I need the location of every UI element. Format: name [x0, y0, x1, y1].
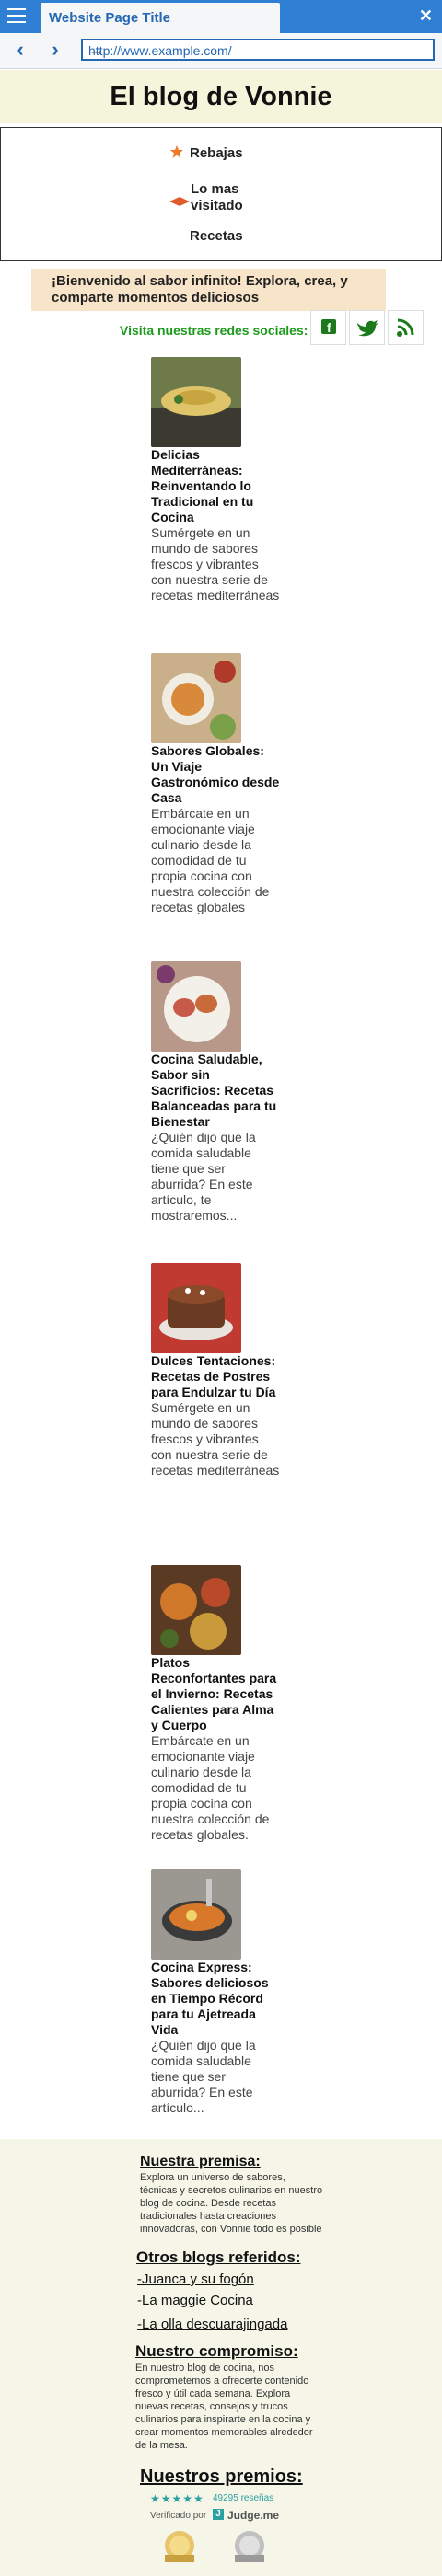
url-input[interactable]: http://www.example.com/ →: [81, 39, 435, 61]
premise-title: Nuestra premisa:: [140, 2154, 261, 2169]
post-title[interactable]: Cocina Saludable, Sabor sin Sacrificios:…: [151, 1052, 280, 1130]
menu-item-recetas[interactable]: Recetas: [190, 228, 243, 244]
post-card[interactable]: Platos Reconfortantes para el Invierno: …: [151, 1565, 280, 1843]
blogs-title: Otros blogs referidos:: [136, 2248, 301, 2266]
site-menu: Rebajas Lo mas visitado Recetas: [0, 127, 442, 261]
site-footer: Nuestra premisa: Explora un universo de …: [0, 2139, 442, 2576]
post-excerpt: Embárcate en un emocionante viaje culina…: [151, 806, 270, 914]
facebook-link[interactable]: f: [310, 310, 346, 345]
svg-text:f: f: [327, 320, 332, 335]
blog-link-juanca[interactable]: -Juanca y su fogón: [137, 2271, 254, 2287]
post-card[interactable]: Dulces Tentaciones: Recetas de Postres p…: [151, 1263, 280, 1478]
site-header: El blog de Vonnie: [0, 70, 442, 123]
post-title[interactable]: Sabores Globales: Un Viaje Gastronómico …: [151, 743, 280, 806]
post-image[interactable]: [151, 357, 241, 447]
facebook-icon: f: [321, 319, 336, 335]
post-card[interactable]: Cocina Saludable, Sabor sin Sacrificios:…: [151, 961, 280, 1224]
browser-tab[interactable]: Website Page Title: [41, 3, 280, 33]
post-card[interactable]: Delicias Mediterráneas: Reinventando lo …: [151, 357, 280, 604]
post-excerpt: Sumérgete en un mundo de sabores frescos…: [151, 1400, 280, 1478]
awards-title: Nuestros premios:: [140, 2467, 303, 2487]
tab-title: Website Page Title: [49, 10, 170, 26]
star-icon: [170, 145, 183, 158]
post-title[interactable]: Delicias Mediterráneas: Reinventando lo …: [151, 447, 280, 525]
go-arrow-icon[interactable]: →: [88, 40, 427, 60]
menu-icon[interactable]: [7, 8, 26, 23]
judge-logo-icon: J: [213, 2509, 224, 2520]
diamond-icon: [169, 197, 190, 206]
site-title: El blog de Vonnie: [110, 82, 332, 111]
welcome-text: ¡Bienvenido al sabor infinito! Explora, …: [52, 273, 348, 305]
medal-icons: [165, 2531, 264, 2562]
post-card[interactable]: Sabores Globales: Un Viaje Gastronómico …: [151, 653, 280, 915]
post-title[interactable]: Dulces Tentaciones: Recetas de Postres p…: [151, 1353, 280, 1400]
post-excerpt: ¿Quién dijo que la comida saludable tien…: [151, 1130, 256, 1223]
commitment-text: En nuestro blog de cocina, nos compromet…: [135, 2363, 313, 2451]
social-label: Visita nuestras redes sociales:: [120, 323, 308, 338]
post-image[interactable]: [151, 961, 241, 1052]
welcome-banner: ¡Bienvenido al sabor infinito! Explora, …: [31, 269, 386, 311]
awards-badge[interactable]: ★★★★★ 49295 reseñas Verificado por J Jud…: [150, 2490, 288, 2570]
forward-icon[interactable]: ›: [44, 39, 66, 61]
blog-link-maggie[interactable]: -La maggie Cocina: [137, 2293, 253, 2308]
post-card[interactable]: Cocina Express: Sabores deliciosos en Ti…: [151, 1869, 280, 2116]
back-icon[interactable]: ‹: [9, 39, 31, 61]
close-icon[interactable]: ✕: [419, 6, 433, 26]
post-title[interactable]: Cocina Express: Sabores deliciosos en Ti…: [151, 1960, 280, 2038]
post-excerpt: Embárcate en un emocionante viaje culina…: [151, 1733, 270, 1842]
reviews-count: 49295 reseñas: [213, 2493, 274, 2503]
twitter-icon: [357, 320, 378, 337]
rss-link[interactable]: [388, 310, 424, 345]
judge-brand: Judge.me: [227, 2509, 280, 2522]
post-image[interactable]: [151, 1869, 241, 1960]
post-image[interactable]: [151, 1565, 241, 1655]
commitment-title: Nuestro compromiso:: [135, 2342, 298, 2360]
post-image[interactable]: [151, 1263, 241, 1353]
premise-text: Explora un universo de sabores, técnicas…: [140, 2172, 323, 2235]
verified-by-text: Verificado por: [150, 2511, 207, 2521]
post-image[interactable]: [151, 653, 241, 743]
post-excerpt: Sumérgete en un mundo de sabores frescos…: [151, 525, 280, 603]
post-title[interactable]: Platos Reconfortantes para el Invierno: …: [151, 1655, 280, 1733]
browser-nav-bar: ‹ › http://www.example.com/ →: [0, 33, 442, 69]
star-rating-icon: ★★★★★: [150, 2492, 204, 2505]
browser-title-bar: Website Page Title ✕: [0, 0, 442, 33]
post-excerpt: ¿Quién dijo que la comida saludable tien…: [151, 2038, 256, 2115]
twitter-link[interactable]: [349, 310, 385, 345]
blog-link-olla[interactable]: -La olla descuarajingada: [137, 2317, 287, 2332]
menu-item-lo-mas-visitado[interactable]: Lo mas visitado: [191, 181, 255, 214]
rss-icon: [397, 318, 414, 337]
menu-item-rebajas[interactable]: Rebajas: [190, 145, 243, 161]
